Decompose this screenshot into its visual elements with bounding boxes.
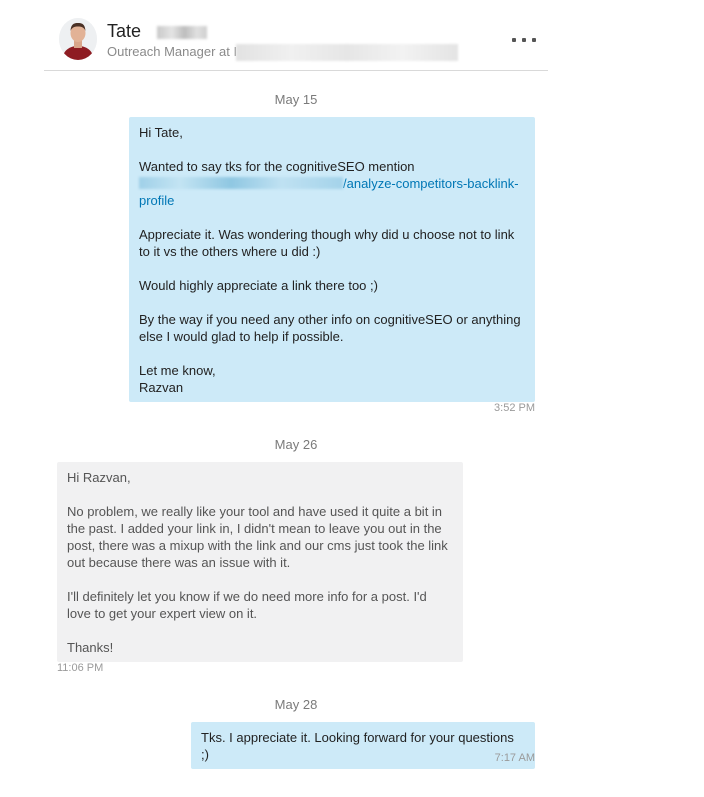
contact-headline-text: Outreach Manager at (107, 44, 230, 59)
signature-line: Let me know, (139, 363, 216, 378)
message-paragraph: Wanted to say tks for the cognitiveSEO m… (139, 158, 525, 209)
message-signature: Let me know, Razvan (139, 362, 525, 396)
ellipsis-dot (522, 38, 526, 42)
date-separator: May 15 (274, 92, 318, 107)
message-timestamp: 7:17 AM (494, 752, 535, 764)
message-bubble-outgoing[interactable]: Hi Tate, Wanted to say tks for the cogni… (129, 117, 535, 402)
redacted-surname (157, 26, 207, 39)
avatar[interactable] (59, 18, 97, 60)
message-paragraph: Appreciate it. Was wondering though why … (139, 227, 515, 259)
contact-name[interactable]: Tate (107, 21, 141, 41)
message-bubble-outgoing[interactable]: Tks. I appreciate it. Looking forward fo… (191, 722, 535, 769)
message-paragraph: By the way if you need any other info on… (139, 312, 521, 344)
message-paragraph: Would highly appreciate a link there too… (139, 278, 378, 293)
message-paragraph: No problem, we really like your tool and… (67, 504, 448, 570)
date-separator: May 26 (274, 437, 318, 452)
message-timestamp: 3:52 PM (494, 402, 535, 414)
message-greeting: Hi Razvan, (67, 470, 131, 485)
date-separator: May 28 (274, 697, 318, 712)
conversation-view: Tate Outreach Manager at I May 15 Hi Tat… (0, 0, 704, 797)
signature-name: Razvan (139, 380, 184, 395)
more-options-icon[interactable] (512, 30, 536, 50)
ellipsis-dot (532, 38, 536, 42)
message-greeting: Hi Tate, (139, 125, 183, 140)
ellipsis-dot (512, 38, 516, 42)
message-text: Wanted to say tks for the cognitiveSEO m… (139, 159, 415, 174)
avatar-photo (59, 18, 97, 60)
contact-headline: Outreach Manager at I (107, 44, 237, 59)
redacted-url (139, 177, 343, 189)
message-paragraph: I'll definitely let you know if we do ne… (67, 589, 427, 621)
conversation-header: Tate Outreach Manager at I (44, 0, 548, 71)
message-bubble-incoming[interactable]: Hi Razvan, No problem, we really like yo… (57, 462, 463, 662)
message-timestamp: 11:06 PM (57, 662, 104, 674)
redacted-company (236, 44, 458, 61)
message-text: Tks. I appreciate it. Looking forward fo… (201, 730, 514, 762)
message-paragraph: Thanks! (67, 640, 114, 655)
